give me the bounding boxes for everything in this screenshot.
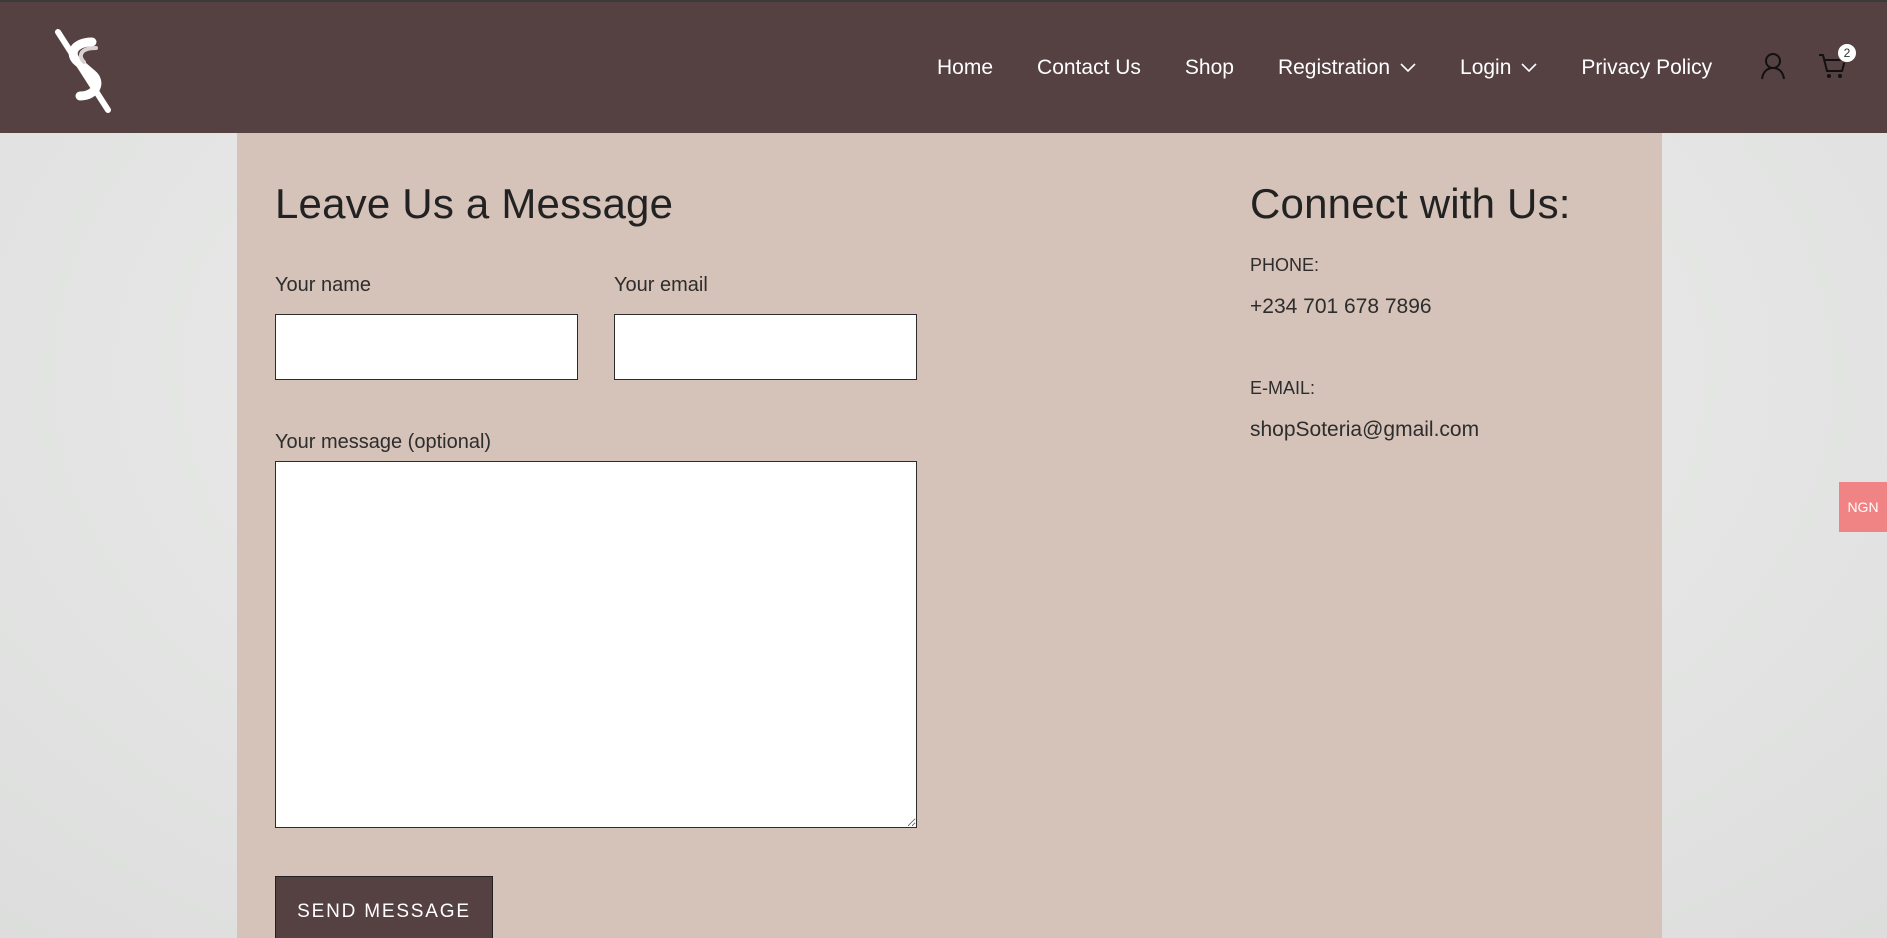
nav-contact-us[interactable]: Contact Us: [1037, 56, 1141, 80]
phone-label: PHONE:: [1250, 255, 1320, 275]
site-logo[interactable]: [52, 28, 116, 114]
message-label: Your message (optional): [275, 431, 492, 453]
chevron-down-icon: [1400, 62, 1416, 72]
phone-value[interactable]: +234 701 678 7896: [1250, 295, 1432, 319]
email-contact-label: E-MAIL:: [1250, 378, 1316, 398]
nav-contact-us-label: Contact Us: [1037, 55, 1141, 79]
nav-registration-label: Registration: [1277, 55, 1391, 79]
email-contact-value[interactable]: shopSoteria@gmail.com: [1250, 418, 1479, 442]
email-input[interactable]: [614, 314, 917, 380]
nav-shop-label: Shop: [1184, 55, 1234, 79]
chevron-down-icon: [1521, 62, 1537, 72]
user-icon[interactable]: [1760, 52, 1786, 80]
nav-login[interactable]: Login: [1460, 56, 1537, 80]
nav-home-label: Home: [937, 55, 994, 79]
email-label: Your email: [614, 274, 708, 296]
currency-switcher[interactable]: NGN: [1839, 482, 1887, 532]
cart-count-badge[interactable]: 2: [1837, 43, 1857, 63]
main-nav: Home Contact Us Shop Registration Login …: [937, 2, 1756, 133]
nav-login-label: Login: [1460, 55, 1512, 79]
site-header: Home Contact Us Shop Registration Login …: [0, 2, 1887, 133]
name-input[interactable]: [275, 314, 578, 380]
message-textarea[interactable]: [275, 461, 917, 828]
nav-shop[interactable]: Shop: [1185, 56, 1234, 80]
send-message-button[interactable]: SEND MESSAGE: [275, 876, 493, 938]
connect-title: Connect with Us:: [1250, 180, 1571, 227]
name-label: Your name: [275, 274, 371, 296]
nav-privacy-policy[interactable]: Privacy Policy: [1581, 56, 1712, 80]
nav-home[interactable]: Home: [937, 56, 993, 80]
nav-registration[interactable]: Registration: [1278, 56, 1416, 80]
nav-privacy-policy-label: Privacy Policy: [1581, 55, 1713, 79]
message-form-title: Leave Us a Message: [275, 180, 674, 227]
